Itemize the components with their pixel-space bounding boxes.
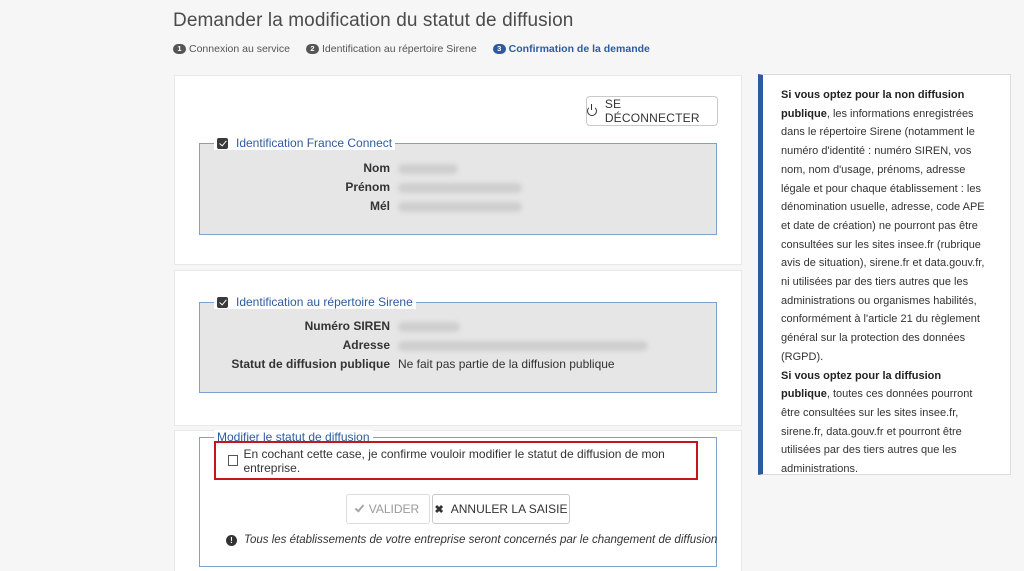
france-connect-legend-label: Identification France Connect (236, 136, 393, 150)
sirene-legend-label: Identification au répertoire Sirene (236, 295, 413, 309)
detail-label: Numéro SIREN (304, 319, 390, 333)
checked-icon (217, 296, 228, 308)
detail-label: Nom (363, 161, 390, 175)
info-text: Tous les établissements de votre entrepr… (244, 534, 718, 546)
page-title: Demander la modification du statut de di… (173, 10, 574, 31)
detail-value-redacted (398, 198, 522, 217)
step-1: 1 Connexion au service (173, 43, 290, 55)
power-icon (587, 104, 597, 116)
detail-row-siren: Numéro SIREN (199, 318, 648, 337)
detail-row-prenom: Prénom (199, 179, 522, 198)
side-panel-p2-text: , toutes ces données pourront être consu… (781, 388, 973, 476)
step-3: 3 Confirmation de la demande (492, 43, 650, 55)
validate-label: VALIDER (368, 502, 420, 516)
detail-label: Prénom (345, 180, 390, 194)
detail-label: Statut de diffusion publique (231, 357, 390, 371)
check-icon (354, 502, 365, 513)
logout-button[interactable]: SE DÉCONNECTER (586, 96, 718, 126)
france-connect-legend: Identification France Connect (214, 136, 396, 150)
detail-value-redacted (398, 179, 522, 198)
step-1-label: Connexion au service (189, 43, 290, 55)
detail-row-mel: Mél (199, 198, 522, 217)
cancel-label: ANNULER LA SAISIE (450, 502, 568, 516)
info-message: ! Tous les établissements de votre entre… (226, 534, 717, 546)
confirm-checkbox-label[interactable]: En cochant cette case, je confirme voulo… (243, 447, 696, 475)
logout-label: SE DÉCONNECTER (604, 97, 700, 125)
steps-breadcrumb: 1 Connexion au service 2 Identification … (173, 43, 650, 55)
confirm-checkbox[interactable] (228, 455, 239, 466)
detail-value-redacted (398, 337, 648, 356)
detail-label: Mél (369, 199, 390, 213)
exclamation-icon: ! (226, 534, 237, 546)
detail-row-statut: Statut de diffusion publique Ne fait pas… (199, 356, 648, 373)
step-3-number: 3 (492, 44, 506, 54)
confirm-checkbox-row[interactable]: En cochant cette case, je confirme voulo… (214, 441, 698, 480)
validate-button[interactable]: VALIDER (346, 494, 430, 524)
detail-value-redacted (398, 318, 460, 337)
detail-row-adresse: Adresse (199, 337, 648, 356)
close-icon: ✖ (434, 503, 444, 516)
france-connect-details: Nom Prénom Mél (199, 160, 522, 217)
detail-value: Ne fait pas partie de la diffusion publi… (398, 357, 615, 371)
sirene-legend: Identification au répertoire Sirene (214, 295, 416, 309)
step-2: 2 Identification au répertoire Sirene (305, 43, 477, 55)
cancel-button[interactable]: ✖ ANNULER LA SAISIE (432, 494, 570, 524)
step-1-number: 1 (173, 44, 186, 54)
detail-value-redacted (398, 160, 458, 179)
step-2-label: Identification au répertoire Sirene (321, 43, 477, 55)
step-3-label: Confirmation de la demande (508, 43, 650, 55)
detail-row-nom: Nom (199, 160, 522, 179)
side-panel-p1-text: , les informations enregistrées dans le … (781, 107, 985, 363)
side-info-panel: Si vous optez pour la non diffusion publ… (758, 74, 1011, 475)
detail-label: Adresse (342, 338, 390, 352)
checked-icon (217, 137, 228, 149)
step-2-number: 2 (305, 44, 319, 54)
sirene-details: Numéro SIREN Adresse Statut de diffusion… (199, 318, 648, 373)
